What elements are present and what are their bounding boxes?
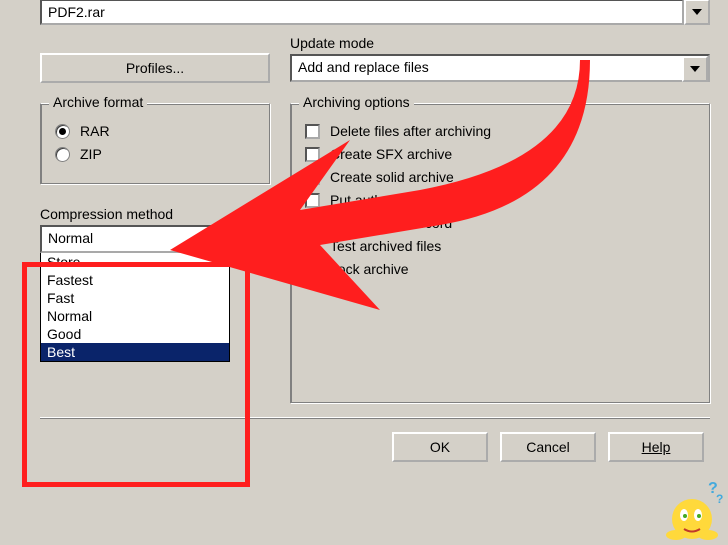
checkbox-recovery[interactable]: Put recovery record [305, 215, 695, 231]
update-mode-value: Add and replace files [292, 56, 682, 80]
cancel-button[interactable]: Cancel [500, 432, 596, 462]
archive-format-group: Archive format RAR ZIP [40, 103, 270, 184]
checkbox-icon [305, 262, 320, 277]
archive-name-dropdown-button[interactable] [684, 0, 710, 25]
radio-zip[interactable]: ZIP [55, 146, 255, 162]
checkbox-test[interactable]: Test archived files [305, 238, 695, 254]
radio-zip-label: ZIP [80, 146, 102, 162]
checkbox-lock[interactable]: Lock archive [305, 261, 695, 277]
compression-option-good[interactable]: Good [41, 325, 229, 343]
compression-option-normal[interactable]: Normal [41, 307, 229, 325]
dialog-button-bar: OK Cancel Help [40, 417, 710, 468]
ok-button[interactable]: OK [392, 432, 488, 462]
checkbox-delete-after[interactable]: Delete files after archiving [305, 123, 695, 139]
update-mode-dropdown-button[interactable] [682, 56, 708, 82]
winrar-dialog: Archive name PDF2.rar Profiles... Update… [0, 0, 720, 478]
profiles-button[interactable]: Profiles... [40, 53, 270, 83]
archive-format-legend: Archive format [49, 94, 147, 110]
thinking-emoji-icon: ? ? [662, 479, 726, 543]
help-button[interactable]: Help [608, 432, 704, 462]
chevron-down-icon [692, 9, 702, 15]
update-mode-select[interactable]: Add and replace files [290, 54, 710, 82]
checkbox-icon [305, 216, 320, 231]
compression-method-dropdown-list[interactable]: Store Fastest Fast Normal Good Best [40, 253, 230, 362]
checkbox-icon [305, 124, 320, 139]
compression-method-select[interactable]: Normal [40, 225, 230, 253]
compression-option-best[interactable]: Best [41, 343, 229, 361]
checkbox-sfx[interactable]: Create SFX archive [305, 146, 695, 162]
compression-option-fastest[interactable]: Fastest [41, 271, 229, 289]
compression-method-dropdown-button[interactable] [202, 227, 228, 253]
radio-rar-label: RAR [80, 123, 110, 139]
archiving-options-legend: Archiving options [299, 94, 414, 110]
compression-method-label: Compression method [40, 206, 270, 222]
compression-method-value: Normal [42, 227, 202, 251]
checkbox-solid[interactable]: Create solid archive [305, 169, 695, 185]
svg-text:?: ? [716, 492, 723, 506]
archiving-options-group: Archiving options Delete files after arc… [290, 103, 710, 403]
chevron-down-icon [690, 66, 700, 72]
compression-option-store[interactable]: Store [41, 253, 229, 271]
checkbox-icon [305, 147, 320, 162]
checkbox-icon [305, 239, 320, 254]
archive-name-input[interactable]: PDF2.rar [40, 0, 684, 25]
update-mode-label: Update mode [290, 35, 710, 51]
compression-option-fast[interactable]: Fast [41, 289, 229, 307]
checkbox-authenticity[interactable]: Put authenticity verification [305, 192, 695, 208]
archive-name-field[interactable]: PDF2.rar [40, 0, 710, 25]
radio-icon [55, 147, 70, 162]
checkbox-icon [305, 170, 320, 185]
chevron-down-icon [210, 237, 220, 243]
radio-icon [55, 124, 70, 139]
checkbox-icon [305, 193, 320, 208]
radio-rar[interactable]: RAR [55, 123, 255, 139]
